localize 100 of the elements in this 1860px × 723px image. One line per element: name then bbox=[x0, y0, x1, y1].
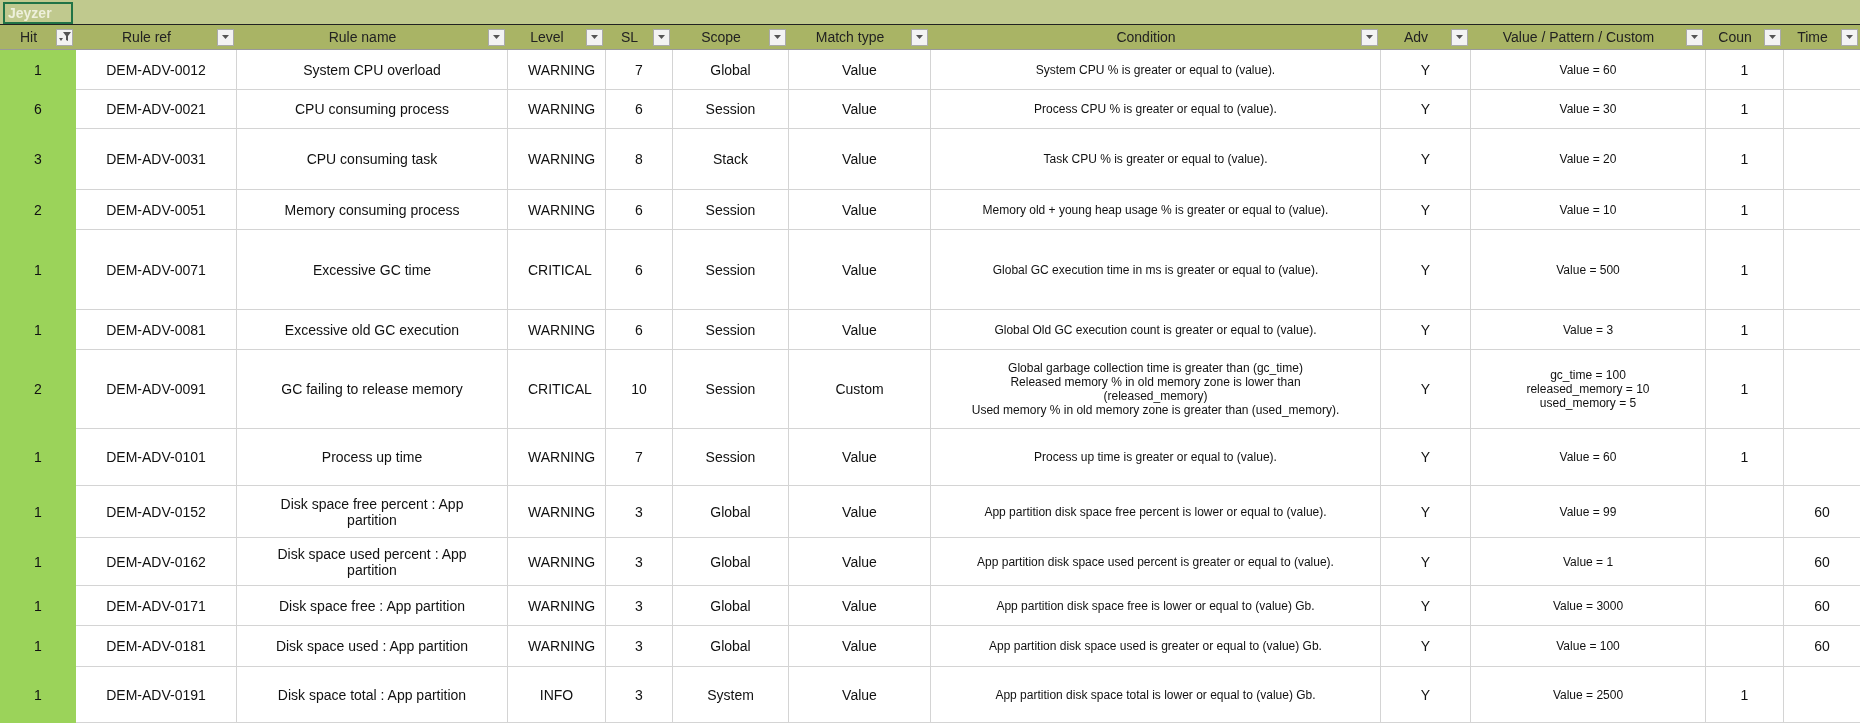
condition-cell: Memory old + young heap usage % is greater or equal to (value). bbox=[930, 189, 1381, 230]
column-header: Match type bbox=[814, 29, 886, 45]
rule-ref-cell: DEM-ADV-0101 bbox=[75, 428, 237, 486]
filter-dropdown-button[interactable] bbox=[769, 28, 786, 46]
value-cell: Value = 500 bbox=[1470, 229, 1706, 310]
rule-name-cell: Disk space free : App partition bbox=[236, 585, 508, 626]
sheet-title[interactable]: Jeyzer bbox=[3, 1, 73, 24]
match-type-cell: Value bbox=[788, 625, 931, 667]
rule-name-cell: Memory consuming process bbox=[236, 189, 508, 230]
match-type-cell: Value bbox=[788, 585, 931, 626]
value-cell: gc_time = 100 released_memory = 10 used_memory = 5 bbox=[1470, 349, 1706, 429]
adv-cell: Y bbox=[1380, 189, 1471, 230]
match-type-cell: Value bbox=[788, 309, 931, 350]
adv-cell: Y bbox=[1380, 49, 1471, 90]
adv-cell: Y bbox=[1380, 349, 1471, 429]
count-cell: 1 bbox=[1705, 89, 1784, 129]
scope-cell: Global bbox=[672, 585, 789, 626]
value-cell: Value = 60 bbox=[1470, 49, 1706, 90]
scope-cell: Global bbox=[672, 49, 789, 90]
hit-cell: 1 bbox=[0, 428, 76, 486]
value-cell: Value = 2500 bbox=[1470, 666, 1706, 723]
column-header: Coun bbox=[1717, 29, 1753, 45]
scope-cell: Session bbox=[672, 89, 789, 129]
rule-ref-cell: DEM-ADV-0021 bbox=[75, 89, 237, 129]
scope-cell: Session bbox=[672, 229, 789, 310]
filter-dropdown-button[interactable] bbox=[1361, 28, 1378, 46]
sl-cell: 7 bbox=[605, 428, 673, 486]
value-cell: Value = 100 bbox=[1470, 625, 1706, 667]
filter-dropdown-button[interactable] bbox=[1764, 28, 1781, 46]
column-header: Level bbox=[529, 29, 565, 45]
filter-dropdown-button[interactable] bbox=[911, 28, 928, 46]
level-cell: WARNING bbox=[507, 49, 606, 90]
count-cell: 1 bbox=[1705, 229, 1784, 310]
scope-cell: Session bbox=[672, 428, 789, 486]
scope-cell: Session bbox=[672, 189, 789, 230]
column-header: Scope bbox=[700, 29, 742, 45]
condition-cell: App partition disk space used is greater or equal to (value) Gb. bbox=[930, 625, 1381, 667]
sl-cell: 3 bbox=[605, 666, 673, 723]
adv-cell: Y bbox=[1380, 485, 1471, 538]
caret-icon bbox=[773, 34, 782, 40]
match-type-cell: Value bbox=[788, 89, 931, 129]
sl-cell: 10 bbox=[605, 349, 673, 429]
match-type-cell: Value bbox=[788, 537, 931, 586]
match-type-cell: Value bbox=[788, 485, 931, 538]
rule-name-cell: Disk space used : App partition bbox=[236, 625, 508, 667]
condition-cell: App partition disk space total is lower or equal to (value) Gb. bbox=[930, 666, 1381, 723]
condition-cell: System CPU % is greater or equal to (value). bbox=[930, 49, 1381, 90]
level-cell: INFO bbox=[507, 666, 606, 723]
sl-cell: 6 bbox=[605, 189, 673, 230]
column-header: Time bbox=[1796, 29, 1829, 45]
rule-ref-cell: DEM-ADV-0051 bbox=[75, 189, 237, 230]
filter-dropdown-button[interactable] bbox=[586, 28, 603, 46]
count-cell: 1 bbox=[1705, 428, 1784, 486]
scope-cell: Session bbox=[672, 309, 789, 350]
condition-cell: Process CPU % is greater or equal to (value). bbox=[930, 89, 1381, 129]
column-header: Hit bbox=[18, 29, 39, 45]
caret-icon bbox=[590, 34, 599, 40]
level-cell: WARNING bbox=[507, 537, 606, 586]
condition-cell: Process up time is greater or equal to (value). bbox=[930, 428, 1381, 486]
match-type-cell: Value bbox=[788, 229, 931, 310]
rule-name-cell: Disk space free percent : App partition bbox=[236, 485, 508, 538]
rule-ref-cell: DEM-ADV-0081 bbox=[75, 309, 237, 350]
hit-cell: 1 bbox=[0, 666, 76, 723]
level-cell: WARNING bbox=[507, 189, 606, 230]
caret-icon bbox=[915, 34, 924, 40]
value-cell: Value = 1 bbox=[1470, 537, 1706, 586]
rule-ref-cell: DEM-ADV-0181 bbox=[75, 625, 237, 667]
filter-active-button[interactable] bbox=[56, 28, 73, 46]
scope-cell: Global bbox=[672, 485, 789, 538]
sl-cell: 6 bbox=[605, 309, 673, 350]
adv-cell: Y bbox=[1380, 128, 1471, 190]
hit-cell: 2 bbox=[0, 349, 76, 429]
rule-ref-cell: DEM-ADV-0071 bbox=[75, 229, 237, 310]
rule-name-cell: GC failing to release memory bbox=[236, 349, 508, 429]
sl-cell: 3 bbox=[605, 537, 673, 586]
filter-dropdown-button[interactable] bbox=[1686, 28, 1703, 46]
value-cell: Value = 10 bbox=[1470, 189, 1706, 230]
rule-name-cell: Excessive GC time bbox=[236, 229, 508, 310]
filter-dropdown-button[interactable] bbox=[653, 28, 670, 46]
hit-cell: 1 bbox=[0, 309, 76, 350]
rule-ref-cell: DEM-ADV-0031 bbox=[75, 128, 237, 190]
hit-cell: 1 bbox=[0, 49, 76, 90]
caret-icon bbox=[221, 34, 230, 40]
match-type-cell: Value bbox=[788, 189, 931, 230]
filter-dropdown-button[interactable] bbox=[488, 28, 505, 46]
rule-ref-cell: DEM-ADV-0091 bbox=[75, 349, 237, 429]
match-type-cell: Value bbox=[788, 666, 931, 723]
filter-dropdown-button[interactable] bbox=[217, 28, 234, 46]
sl-cell: 7 bbox=[605, 49, 673, 90]
rule-ref-cell: DEM-ADV-0162 bbox=[75, 537, 237, 586]
rule-name-cell: Disk space total : App partition bbox=[236, 666, 508, 723]
filter-dropdown-button[interactable] bbox=[1451, 28, 1468, 46]
adv-cell: Y bbox=[1380, 309, 1471, 350]
rule-name-cell: CPU consuming task bbox=[236, 128, 508, 190]
adv-cell: Y bbox=[1380, 229, 1471, 310]
condition-cell: App partition disk space used percent is greater or equal to (value). bbox=[930, 537, 1381, 586]
scope-cell: Session bbox=[672, 349, 789, 429]
hit-cell: 2 bbox=[0, 189, 76, 230]
filter-dropdown-button[interactable] bbox=[1841, 28, 1858, 46]
count-cell: 1 bbox=[1705, 49, 1784, 90]
